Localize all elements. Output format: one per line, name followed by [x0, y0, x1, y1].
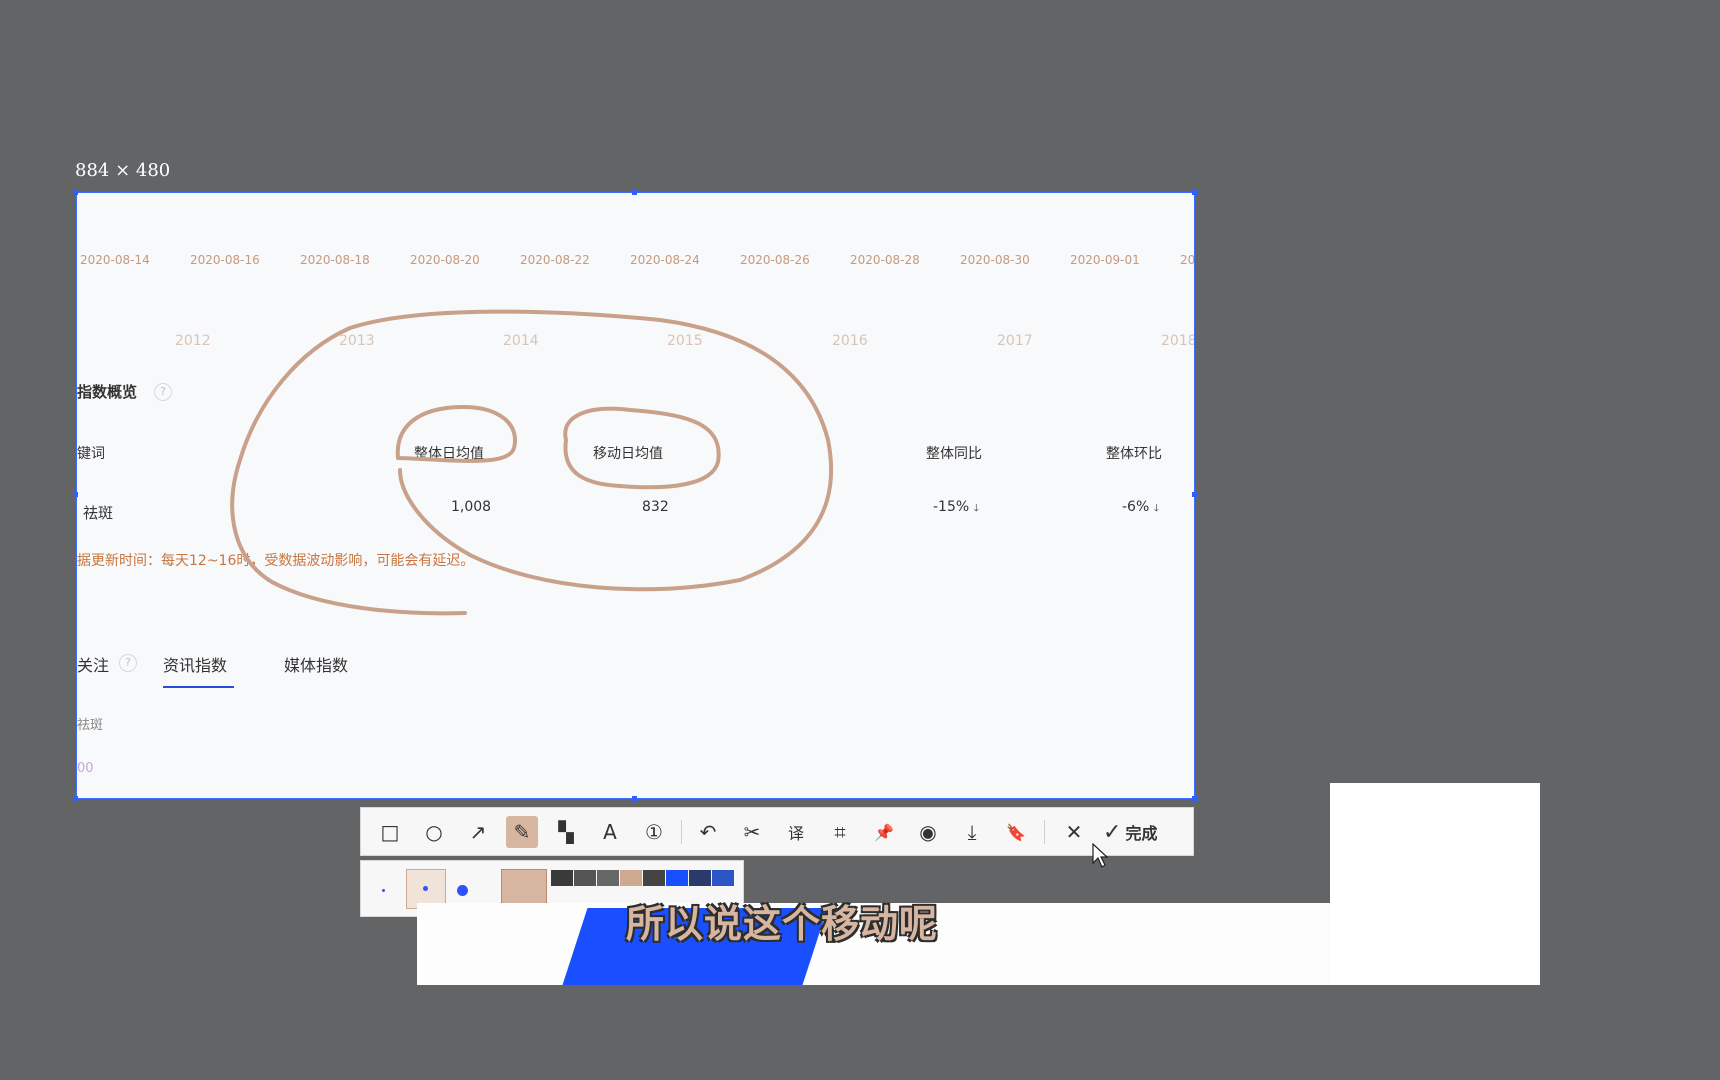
row-overall-yoy: -15% 🡓: [933, 499, 979, 518]
color-swatch[interactable]: [574, 870, 596, 886]
toolbar-divider: [681, 820, 682, 844]
text-icon[interactable]: A: [594, 816, 626, 848]
date-tick: 2020-08-22: [520, 253, 590, 267]
help-icon[interactable]: ?: [119, 654, 137, 672]
bookmark-icon[interactable]: 🔖: [1000, 816, 1032, 848]
year-tick: 2018: [1161, 333, 1195, 349]
tab-news-index[interactable]: 资讯指数: [163, 652, 227, 676]
active-tab-indicator: [163, 686, 234, 688]
video-subtitle: 所以说这个移动呢: [626, 902, 939, 946]
record-icon[interactable]: ◉: [912, 816, 944, 848]
help-icon[interactable]: ?: [154, 383, 172, 401]
resize-handle[interactable]: [1192, 190, 1197, 195]
color-swatch[interactable]: [643, 870, 665, 886]
download-icon[interactable]: ⤓: [956, 816, 988, 848]
resize-handle[interactable]: [73, 492, 78, 497]
color-swatch[interactable]: [551, 870, 573, 886]
resize-handle[interactable]: [632, 796, 637, 801]
color-swatch[interactable]: [666, 870, 688, 886]
column-overall-yoy: 整体同比: [926, 446, 982, 462]
ocr-icon[interactable]: ⌗: [824, 816, 856, 848]
resize-handle[interactable]: [73, 796, 78, 801]
column-overall-daily-avg: 整体日均值: [414, 446, 484, 462]
undo-icon[interactable]: ↶: [692, 816, 724, 848]
column-overall-mom: 整体环比: [1106, 446, 1162, 462]
update-note: 据更新时间：每天12~16时，受数据波动影响，可能会有延迟。: [77, 553, 475, 569]
date-tick: 2020-08-18: [300, 253, 370, 267]
date-tick: 2020-08-24: [630, 253, 700, 267]
row-overall-mom: -6% 🡓: [1122, 499, 1159, 518]
resize-handle[interactable]: [632, 190, 637, 195]
color-swatch[interactable]: [620, 870, 642, 886]
attention-label: 关注: [77, 656, 110, 675]
resize-handle[interactable]: [1192, 492, 1197, 497]
date-tick: 2020-08-14: [80, 253, 150, 267]
pen-size-large[interactable]: [457, 885, 468, 896]
pin-icon[interactable]: 📌: [868, 816, 900, 848]
translate-icon[interactable]: 译: [780, 816, 812, 848]
arrow-icon[interactable]: ↗: [462, 816, 494, 848]
check-icon: ✓: [1103, 819, 1122, 845]
year-tick: 2015: [667, 333, 703, 349]
year-tick: 2017: [997, 333, 1033, 349]
date-tick: 2020-09-01: [1070, 253, 1140, 267]
year-tick: 2012: [175, 333, 211, 349]
row-keyword[interactable]: 祛斑: [83, 502, 113, 523]
date-tick: 2020-08-16: [190, 253, 260, 267]
chart-keyword-label: 祛斑: [77, 718, 104, 733]
year-tick: 2014: [503, 333, 539, 349]
date-tick: 2020-08-20: [410, 253, 480, 267]
done-button[interactable]: ✓ 完成: [1103, 816, 1157, 848]
resize-handle[interactable]: [73, 190, 78, 195]
year-tick: 2013: [339, 333, 375, 349]
mosaic-icon[interactable]: ▚: [550, 816, 582, 848]
down-arrow-icon: 🡓: [973, 503, 979, 514]
pen-size-dot: [423, 886, 428, 891]
toolbar-divider: [1044, 820, 1045, 844]
overview-title: 指数概览: [77, 383, 138, 401]
row-overall-daily-avg: 1,008: [451, 499, 492, 515]
date-tick: 2020-08-26: [740, 253, 810, 267]
annotation-toolbar: □ ○ ↗ ✎ ▚ A ① ↶ ✂ 译 ⌗ 📌 ◉ ⤓ 🔖 ✕ ✓ 完成: [360, 807, 1194, 856]
color-swatch[interactable]: [712, 870, 734, 886]
year-tick: 2016: [832, 333, 868, 349]
done-label: 完成: [1125, 824, 1158, 843]
rectangle-icon[interactable]: □: [374, 816, 406, 848]
capture-region[interactable]: 2020-08-14 2020-08-16 2020-08-18 2020-08…: [76, 192, 1195, 799]
mouse-cursor-icon: [1092, 843, 1108, 868]
date-tick: 2020-08-28: [850, 253, 920, 267]
yoy-value: -15%: [933, 499, 970, 515]
circle-icon[interactable]: ○: [418, 816, 450, 848]
color-swatch[interactable]: [689, 870, 711, 886]
number-icon[interactable]: ①: [638, 816, 670, 848]
pen-size-small[interactable]: [382, 889, 385, 892]
date-tick: 2020-08-30: [960, 253, 1030, 267]
date-tick: 20: [1180, 253, 1195, 267]
down-arrow-icon: 🡓: [1153, 503, 1159, 514]
scissors-icon[interactable]: ✂: [736, 816, 768, 848]
pencil-icon[interactable]: ✎: [506, 816, 538, 848]
resize-handle[interactable]: [1192, 796, 1197, 801]
selection-size-label: 884 × 480: [75, 160, 171, 181]
background-window: [1330, 783, 1540, 985]
tab-media-index[interactable]: 媒体指数: [284, 652, 348, 676]
column-mobile-daily-avg: 移动日均值: [593, 446, 663, 462]
column-keyword: 键词: [77, 446, 105, 462]
row-mobile-daily-avg: 832: [642, 499, 669, 515]
mom-value: -6%: [1122, 499, 1150, 515]
color-swatch[interactable]: [597, 870, 619, 886]
chart-axis-value: 00: [77, 761, 94, 776]
close-icon[interactable]: ✕: [1058, 816, 1090, 848]
